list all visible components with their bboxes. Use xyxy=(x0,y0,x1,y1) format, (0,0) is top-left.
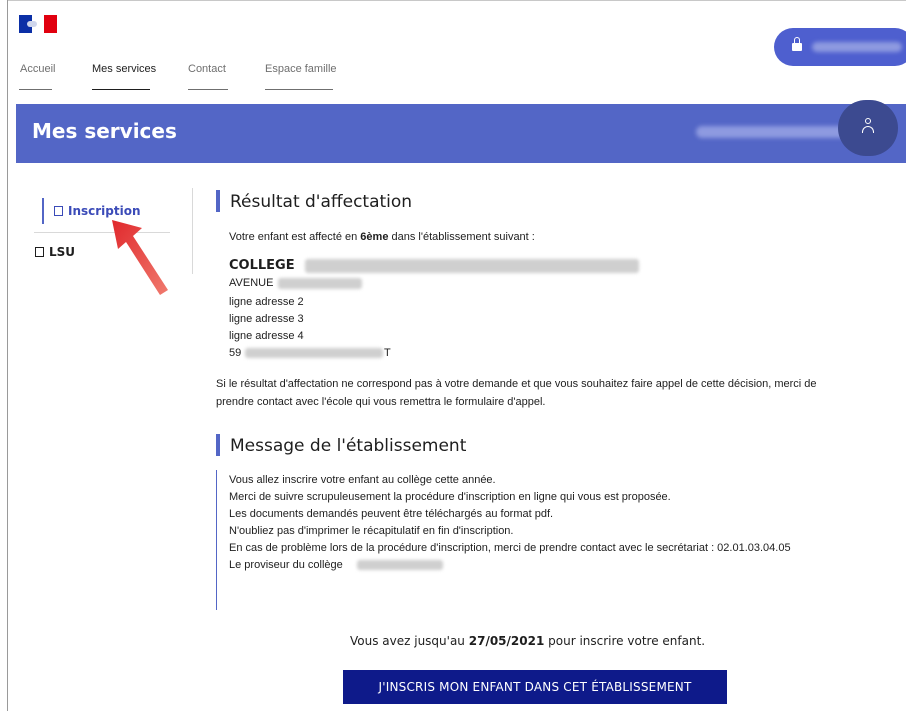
page-title: Mes services xyxy=(32,119,177,143)
user-icon xyxy=(862,118,874,134)
window-left-border xyxy=(7,0,8,711)
page-banner: Mes services xyxy=(16,104,906,163)
annotation-arrow-icon xyxy=(112,220,168,295)
intro-level: 6ème xyxy=(360,231,389,243)
enroll-child-button[interactable]: J'INSCRIS MON ENFANT DANS CET ÉTABLISSEM… xyxy=(343,670,727,704)
account-name-redacted xyxy=(812,42,902,52)
sidebar-item-inscription[interactable]: Inscription xyxy=(54,204,141,218)
address-line-1: AVENUE xyxy=(229,277,274,289)
window-top-border xyxy=(7,0,906,1)
nav-accueil-underline xyxy=(19,89,52,90)
sidebar-item-label: Inscription xyxy=(68,204,141,218)
college-name-redacted xyxy=(357,560,443,570)
sidebar-item-lsu[interactable]: LSU xyxy=(35,245,75,259)
deadline-before: Vous avez jusqu'au xyxy=(350,634,465,648)
message-line: Vous allez inscrire votre enfant au coll… xyxy=(229,474,496,486)
nav-mes-services-underline xyxy=(92,89,150,90)
deadline-after: pour inscrire votre enfant. xyxy=(548,634,706,648)
section-accent-bar xyxy=(216,434,220,456)
address-postcode: 59 xyxy=(229,347,242,359)
deadline-date: 27/05/2021 xyxy=(468,634,545,648)
appeal-text-2: prendre contact avec l'école qui vous re… xyxy=(216,396,546,408)
deadline-text: Vous avez jusqu'au 27/05/2021 pour inscr… xyxy=(350,634,705,648)
section-accent-bar xyxy=(216,190,220,212)
account-button[interactable] xyxy=(774,28,906,66)
message-left-rule xyxy=(216,470,217,610)
user-avatar-button[interactable] xyxy=(838,100,898,156)
nav-espace-famille-underline xyxy=(265,89,333,90)
document-icon xyxy=(54,206,63,216)
city-redacted xyxy=(245,348,383,358)
intro-before: Votre enfant est affecté en xyxy=(229,231,358,243)
sidebar-active-indicator xyxy=(42,198,44,224)
message-line: Le proviseur du collège xyxy=(229,559,343,571)
book-icon xyxy=(35,247,44,257)
address-redacted xyxy=(278,278,362,289)
address-line-4: ligne adresse 4 xyxy=(229,330,304,342)
message-line: Les documents demandés peuvent être télé… xyxy=(229,508,554,520)
sidebar-vertical-divider xyxy=(192,188,193,274)
nav-espace-famille[interactable]: Espace famille xyxy=(265,63,337,75)
intro-after: dans l'établissement suivant : xyxy=(391,231,535,243)
nav-accueil[interactable]: Accueil xyxy=(20,63,55,75)
address-city-tail: T xyxy=(384,347,391,359)
appeal-text-1: Si le résultat d'affectation ne correspo… xyxy=(216,378,817,390)
message-line: Merci de suivre scrupuleusement la procé… xyxy=(229,491,671,503)
message-title: Message de l'établissement xyxy=(230,436,467,456)
nav-contact-underline xyxy=(188,89,228,90)
sidebar-item-label: LSU xyxy=(49,245,76,259)
affectation-title: Résultat d'affectation xyxy=(230,192,413,212)
message-line: N'oubliez pas d'imprimer le récapitulati… xyxy=(229,525,514,537)
lock-icon xyxy=(792,37,802,51)
user-name-redacted xyxy=(696,126,861,138)
school-name-redacted xyxy=(305,259,639,273)
message-line: En cas de problème lors de la procédure … xyxy=(229,542,791,554)
nav-contact[interactable]: Contact xyxy=(188,63,226,75)
address-line-3: ligne adresse 3 xyxy=(229,313,304,325)
affectation-intro: Votre enfant est affecté en 6ème dans l'… xyxy=(229,229,535,245)
marianne-logo[interactable] xyxy=(19,15,57,33)
school-name: COLLEGE xyxy=(229,258,295,273)
address-line-2: ligne adresse 2 xyxy=(229,296,304,308)
nav-mes-services[interactable]: Mes services xyxy=(92,63,156,75)
